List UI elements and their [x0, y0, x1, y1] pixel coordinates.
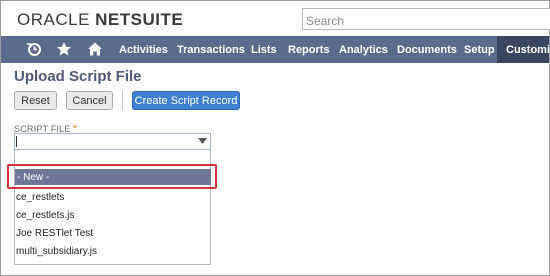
page-title: Upload Script File: [14, 68, 142, 85]
dropdown-option[interactable]: ce_restlets: [16, 192, 64, 203]
header: ORACLE NETSUITE: [1, 1, 550, 36]
nav-item-setup[interactable]: Setup: [464, 44, 495, 56]
star-icon[interactable]: [56, 41, 72, 57]
nav-item-analytics[interactable]: Analytics: [339, 44, 388, 56]
highlight-annotation: [7, 164, 217, 189]
nav-item-reports[interactable]: Reports: [288, 44, 330, 56]
search-input[interactable]: [302, 8, 550, 30]
dropdown-option[interactable]: multi_subsidiary.js: [16, 246, 97, 257]
script-file-select[interactable]: [14, 133, 211, 150]
nav-item-customization[interactable]: Customiza: [497, 36, 550, 63]
dropdown-option[interactable]: ce_restlets.js: [16, 210, 74, 221]
nav-item-documents[interactable]: Documents: [397, 44, 457, 56]
main-nav: Activities Transactions Lists Reports An…: [1, 36, 550, 63]
text-cursor: [16, 136, 17, 147]
toolbar-divider: [122, 91, 123, 110]
create-script-record-button[interactable]: Create Script Record: [132, 91, 240, 110]
netsuite-logo[interactable]: ORACLE NETSUITE: [17, 10, 183, 30]
chevron-down-icon[interactable]: [198, 138, 207, 144]
nav-item-transactions[interactable]: Transactions: [177, 44, 245, 56]
nav-item-activities[interactable]: Activities: [119, 44, 168, 56]
logo-oracle: ORACLE: [17, 10, 90, 29]
recent-icon[interactable]: [26, 41, 42, 57]
logo-netsuite: NETSUITE: [95, 10, 184, 29]
cancel-button[interactable]: Cancel: [66, 91, 113, 110]
dropdown-option[interactable]: Joe RESTlet Test: [16, 228, 93, 239]
home-icon[interactable]: [87, 41, 103, 57]
nav-item-customization-label: Customiza: [506, 44, 550, 56]
nav-item-lists[interactable]: Lists: [251, 44, 277, 56]
reset-button[interactable]: Reset: [14, 91, 57, 110]
